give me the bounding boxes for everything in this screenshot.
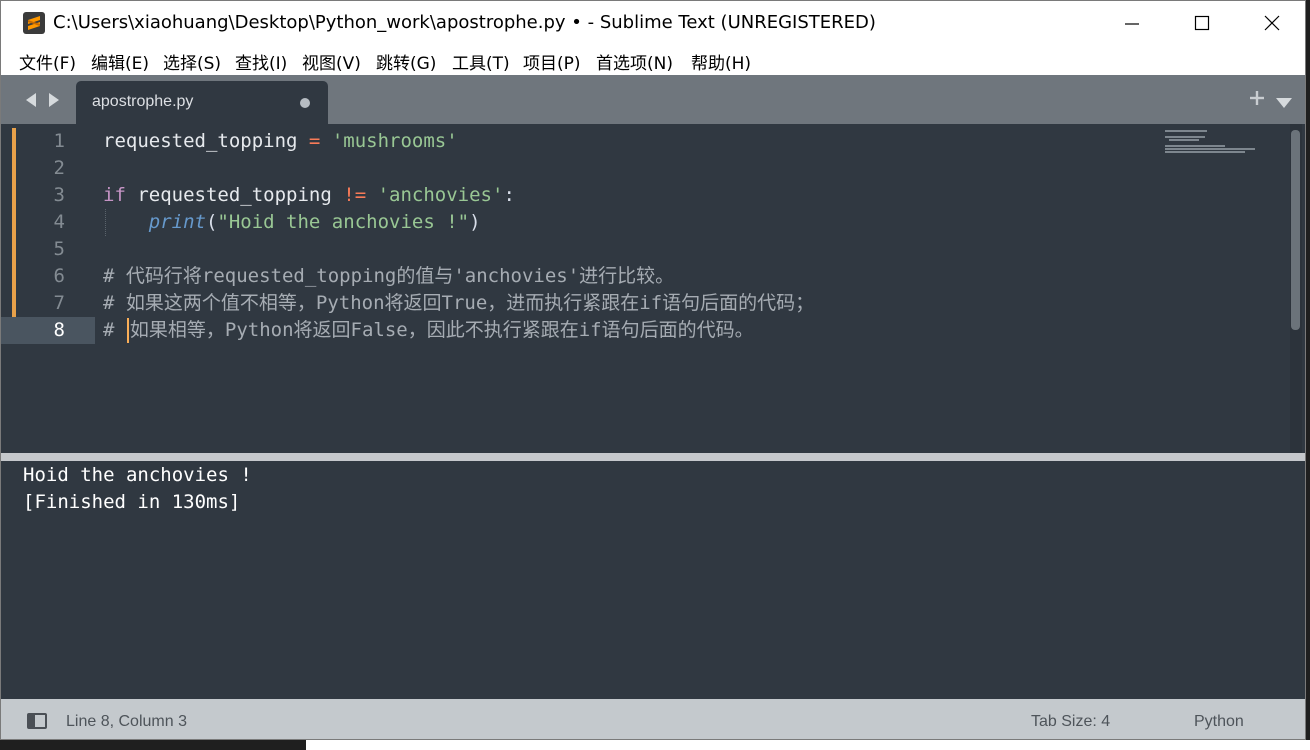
panel-divider[interactable] — [1, 453, 1305, 461]
output-text: Hoid the anchovies ! [Finished in 130ms] — [23, 462, 252, 516]
code-line-1: requested_topping = 'mushrooms' — [103, 128, 814, 155]
desktop-background — [306, 740, 1310, 750]
tab-bar: apostrophe.py — [1, 75, 1305, 124]
minimap[interactable] — [1165, 128, 1285, 153]
cursor-position: Line 8, Column 3 — [66, 713, 187, 730]
menu-bar: 文件(F) 编辑(E) 选择(S) 查找(I) 视图(V) 跳转(G) 工具(T… — [1, 45, 1305, 75]
title-bar: C:\Users\xiaohuang\Desktop\Python_work\a… — [1, 1, 1305, 45]
token-string: 'anchovies' — [377, 184, 504, 206]
code-text[interactable]: requested_topping = 'mushrooms' if reque… — [103, 128, 814, 344]
syntax-indicator[interactable]: Python — [1194, 713, 1244, 731]
menu-edit[interactable]: 编辑(E) — [91, 49, 149, 74]
comment-text: 如果相等，Python将返回False，因此不执行紧跟在if语句后面的代码。 — [129, 319, 754, 341]
vertical-scrollbar[interactable] — [1291, 130, 1300, 330]
minimize-icon — [1125, 23, 1139, 25]
token-punc: ( — [205, 211, 218, 233]
code-line-8: # 如果相等，Python将返回False，因此不执行紧跟在if语句后面的代码。 — [103, 317, 814, 344]
menu-file[interactable]: 文件(F) — [19, 49, 76, 74]
token-string: "Hoid the anchovies !" — [217, 211, 470, 233]
line-number: 6 — [53, 265, 65, 287]
line-gutter: 1 2 3 4 5 6 7 8 — [1, 128, 95, 344]
menu-tools[interactable]: 工具(T) — [452, 49, 510, 74]
line-number: 5 — [53, 238, 65, 260]
line-number: 4 — [53, 211, 65, 233]
token-punc: : — [503, 184, 515, 206]
token-punc: ) — [469, 211, 481, 233]
close-icon — [1264, 15, 1280, 31]
new-tab-icon[interactable] — [1247, 88, 1267, 112]
code-editor[interactable]: 1 2 3 4 5 6 7 8 requested_topping = 'mus… — [1, 124, 1305, 453]
menu-selection[interactable]: 选择(S) — [163, 49, 221, 74]
token-string: 'mushrooms' — [331, 130, 458, 152]
token-keyword: if — [103, 184, 126, 206]
token-var: requested_topping — [137, 184, 332, 206]
menu-preferences[interactable]: 首选项(N) — [596, 49, 673, 74]
tab-size-indicator[interactable]: Tab Size: 4 — [1031, 713, 1110, 731]
menu-goto[interactable]: 跳转(G) — [376, 49, 436, 74]
sublime-window: C:\Users\xiaohuang\Desktop\Python_work\a… — [0, 0, 1306, 740]
text-caret — [126, 318, 129, 343]
line-number: 1 — [53, 130, 65, 152]
nav-right-icon[interactable] — [49, 93, 59, 107]
menu-find[interactable]: 查找(I) — [235, 49, 287, 74]
window-title: C:\Users\xiaohuang\Desktop\Python_work\a… — [53, 12, 876, 33]
modified-dot-icon[interactable] — [300, 98, 310, 108]
line-number: 3 — [53, 184, 65, 206]
tab-label: apostrophe.py — [92, 93, 194, 110]
token-var: requested_topping — [103, 130, 298, 152]
nav-left-icon[interactable] — [26, 93, 36, 107]
code-line-4: print("Hoid the anchovies !") — [103, 209, 814, 236]
menu-view[interactable]: 视图(V) — [302, 49, 361, 74]
maximize-icon — [1194, 15, 1210, 31]
tab-list-dropdown-icon[interactable] — [1275, 94, 1293, 113]
tab-nav — [24, 91, 64, 113]
maximize-button[interactable] — [1167, 1, 1237, 45]
build-output-panel[interactable]: Hoid the anchovies ! [Finished in 130ms] — [13, 461, 1305, 699]
code-line-3: if requested_topping != 'anchovies': — [103, 182, 814, 209]
line-number-active: 8 — [1, 317, 95, 344]
code-line-6: # 代码行将requested_topping的值与'anchovies'进行比… — [103, 265, 675, 287]
token-op: != — [343, 184, 367, 206]
sublime-text-icon — [23, 12, 45, 34]
panel-toggle-icon[interactable] — [27, 713, 47, 729]
status-bar: Line 8, Column 3 Tab Size: 4 Python — [1, 699, 1305, 739]
output-line: [Finished in 130ms] — [23, 491, 241, 513]
menu-help[interactable]: 帮助(H) — [691, 49, 751, 74]
minimize-button[interactable] — [1097, 1, 1167, 45]
menu-project[interactable]: 项目(P) — [523, 49, 581, 74]
close-button[interactable] — [1237, 1, 1305, 45]
token-op: = — [308, 130, 321, 152]
line-number: 2 — [53, 157, 65, 179]
comment-hash: # — [103, 319, 115, 341]
code-line-7: # 如果这两个值不相等，Python将返回True，进而执行紧跟在if语句后面的… — [103, 292, 815, 314]
tab-apostrophe[interactable]: apostrophe.py — [76, 81, 328, 124]
output-line: Hoid the anchovies ! — [23, 464, 252, 486]
line-number: 7 — [53, 292, 65, 314]
token-function: print — [148, 211, 206, 233]
